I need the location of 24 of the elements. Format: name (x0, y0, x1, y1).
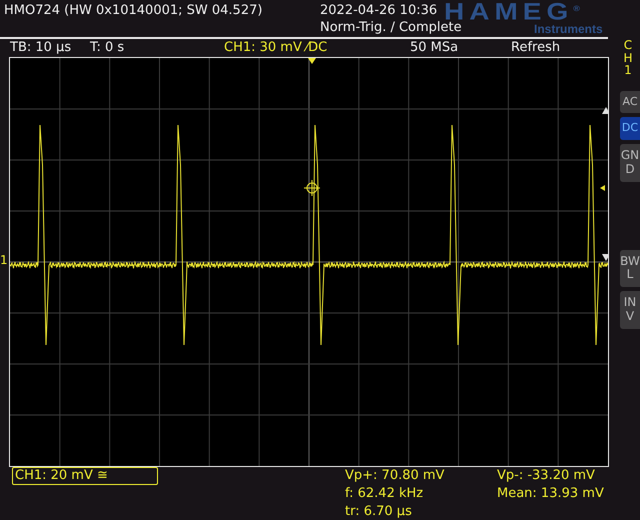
channel-readout: CH1: 30 mV ⁄DC (224, 40, 328, 56)
coupling-button[interactable]: GND (620, 144, 640, 182)
measurement-readout: Vp-: -33.20 mV (497, 466, 596, 485)
trigger-time-readout: T: 0 s (90, 40, 124, 56)
sample-rate-readout: 50 MSa (410, 40, 458, 56)
logo-subtitle: Instruments (534, 22, 603, 36)
coupling-button[interactable]: AC (620, 90, 640, 114)
channel-label: CH1 (622, 38, 634, 77)
trigger-level-icon (600, 184, 605, 191)
timebase-readout: TB: 10 µs (10, 40, 72, 56)
date-time: 2022-04-26 10:36 (320, 3, 438, 18)
measurement-readout: Mean: 13.93 mV (497, 484, 605, 503)
channel-scale-readout: CH1: 20 mV ≅ (12, 466, 158, 485)
crosshair-icon (304, 179, 320, 196)
measurement-readout: f: 62.42 kHz (345, 484, 424, 503)
channel-marker: 1 (0, 254, 8, 266)
coupling-button[interactable]: DC (620, 117, 640, 140)
measurement-readout: Vp+: 70.80 mV (345, 466, 446, 485)
toggle-button[interactable]: BWL (620, 250, 640, 288)
trigger-position-icon (308, 58, 316, 64)
measurement-readout: tr: 6.70 µs (345, 502, 413, 520)
toggle-button[interactable]: INV (620, 291, 640, 329)
acquire-mode-readout: Refresh (511, 40, 560, 56)
device-info: HMO724 (HW 0x10140001; SW 04.527) (4, 3, 262, 18)
